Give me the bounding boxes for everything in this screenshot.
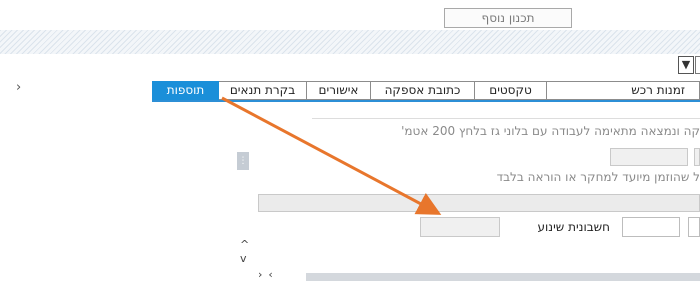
annotation-arrow: [221, 96, 442, 215]
